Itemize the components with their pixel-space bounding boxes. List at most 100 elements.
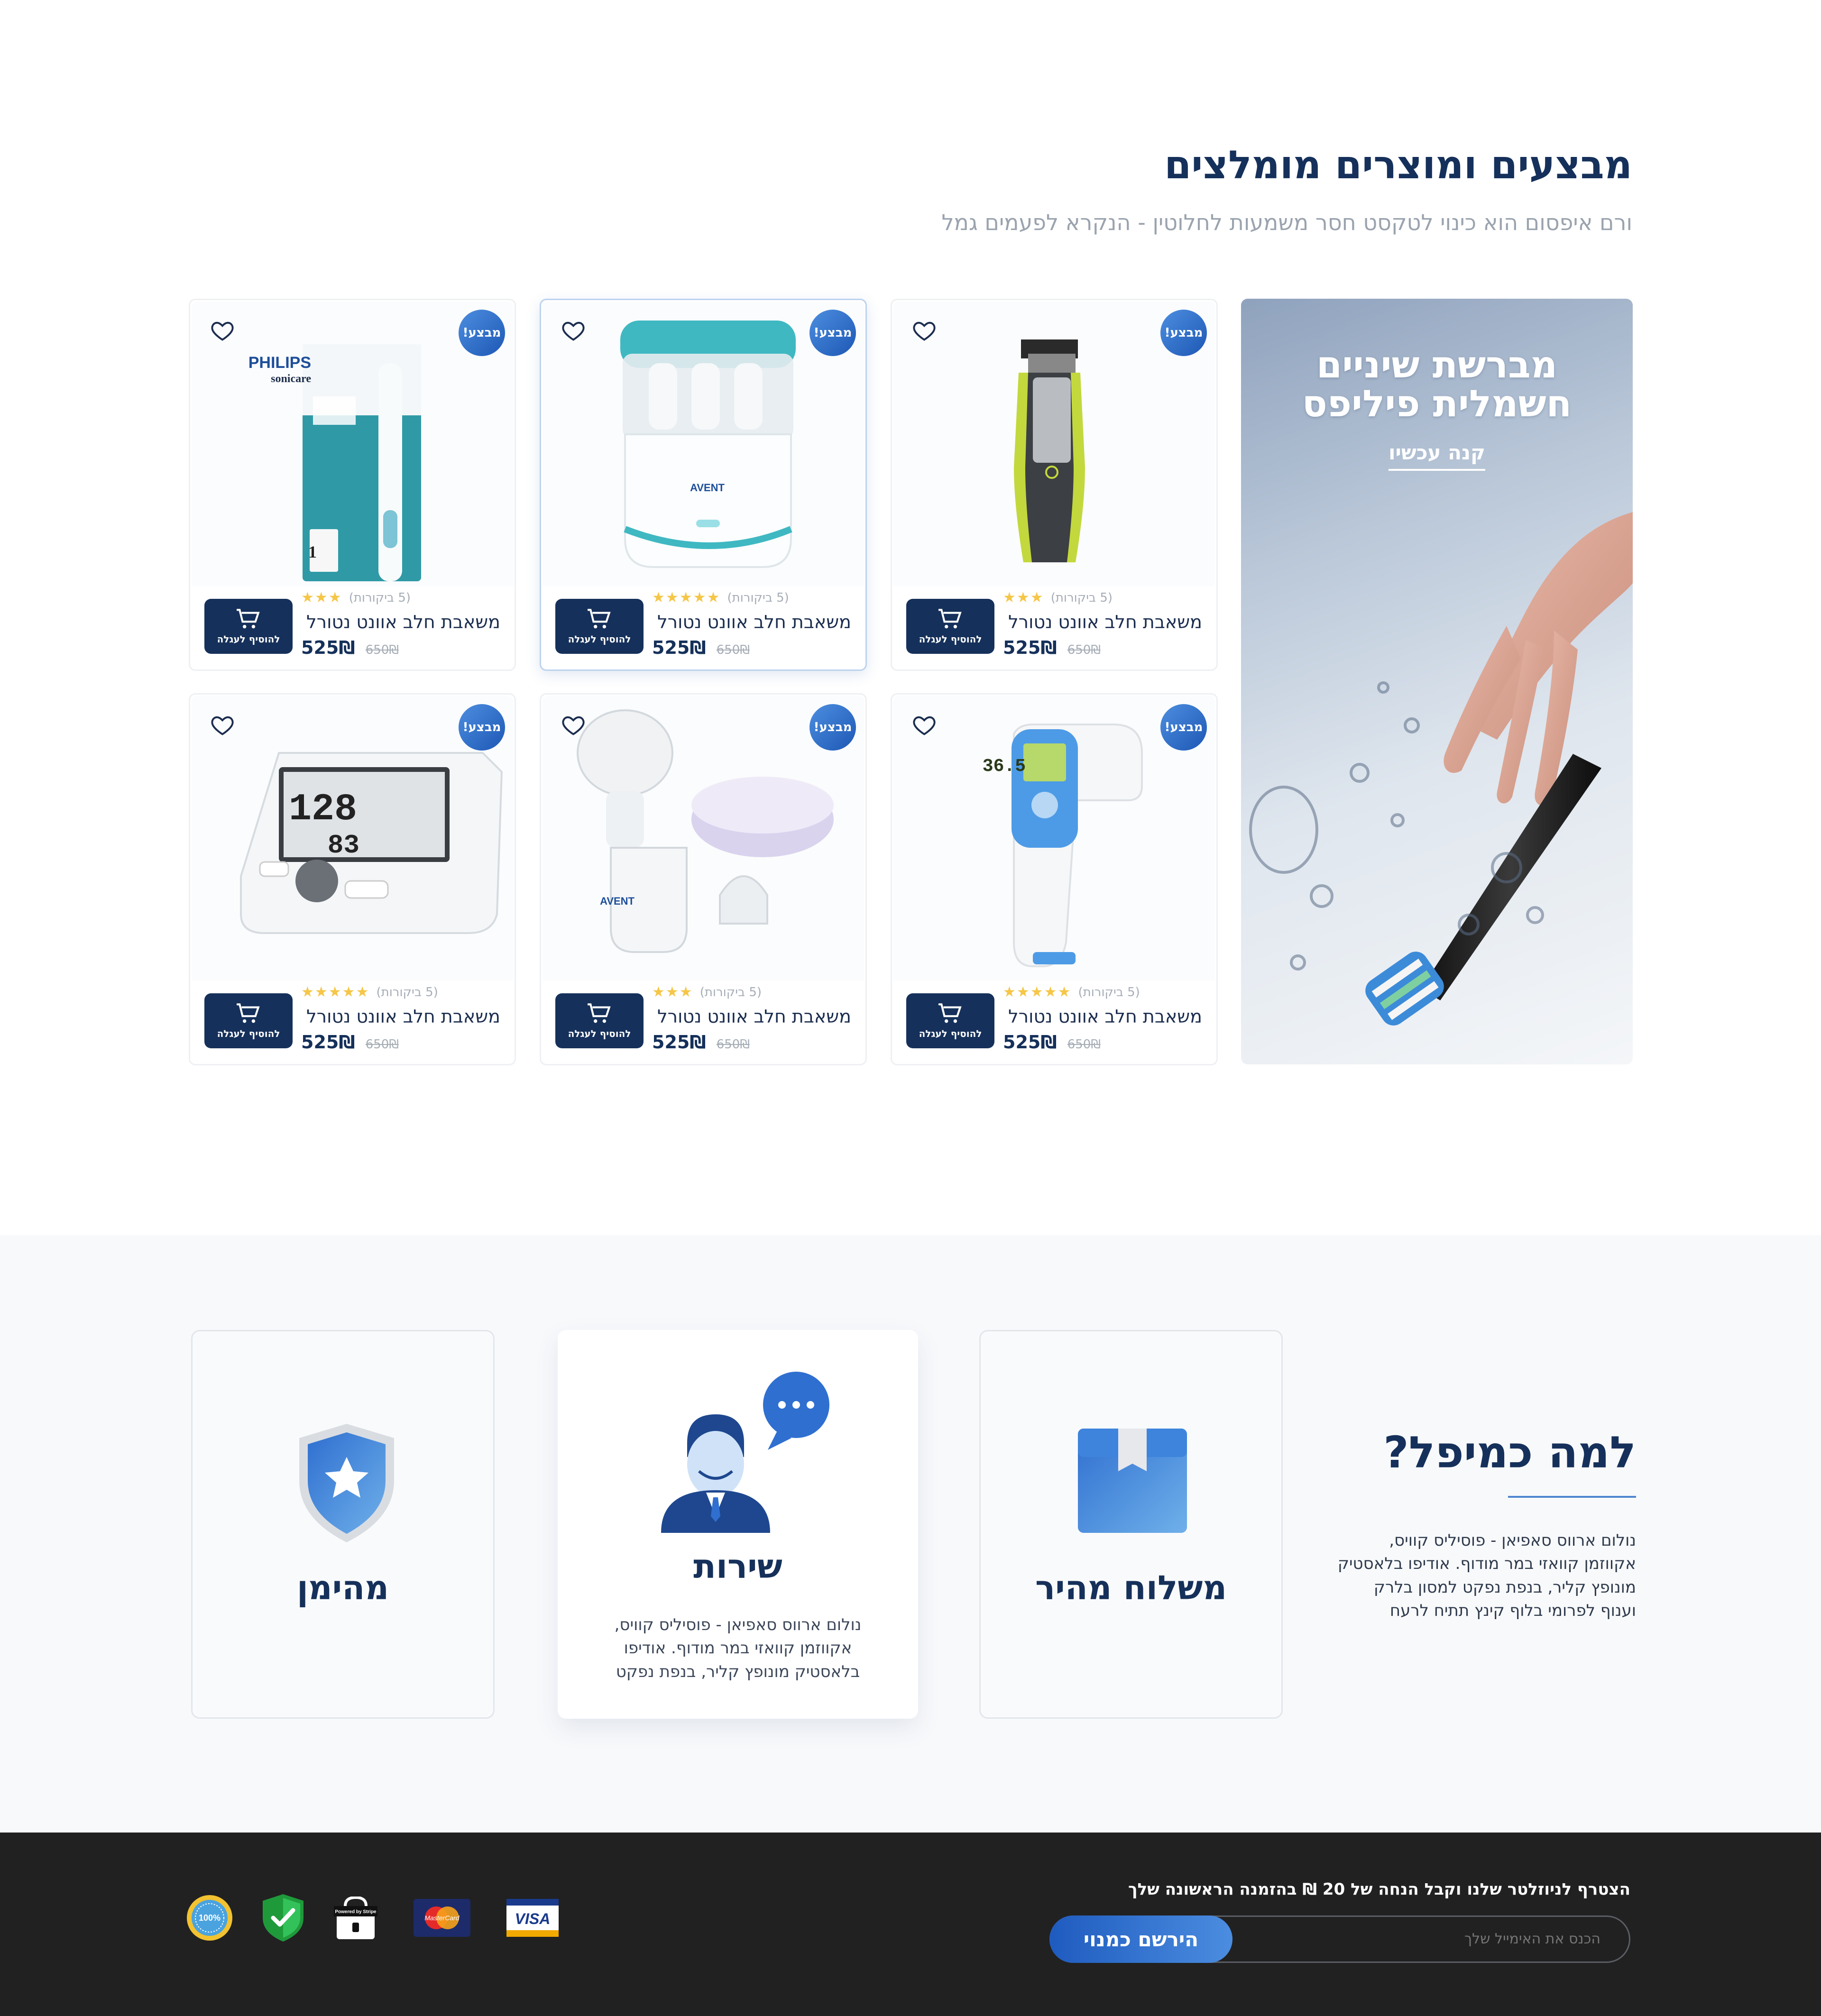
heart-icon[interactable]: [560, 713, 587, 737]
deals-subtitle: ורם איפסום הוא כינוי לטקסט חסר משמעות לח…: [941, 210, 1632, 236]
newsletter-title: הצטרף לניוזלטר שלנו וקבל הנחה של 20 ₪ בה…: [1128, 1880, 1630, 1899]
reviews-count: (5 ביקורות): [349, 590, 411, 605]
heart-icon[interactable]: [911, 318, 938, 343]
add-to-cart-label: להוסיף לעגלה: [568, 1028, 631, 1039]
price-row: 650₪ 525₪: [1003, 1032, 1202, 1053]
heart-icon[interactable]: [209, 713, 236, 737]
old-price: 650₪: [1067, 643, 1101, 657]
add-to-cart-button[interactable]: להוסיף לעגלה: [204, 599, 293, 654]
star-icons: ★★★: [301, 589, 342, 606]
cart-icon: [588, 609, 611, 629]
mastercard-text: MasterCard: [424, 1914, 460, 1922]
product-name[interactable]: משאבת חלב אוונט נטורל: [652, 1006, 851, 1027]
svg-text:AVENT: AVENT: [600, 895, 635, 907]
shield-check-icon: [263, 1894, 304, 1942]
promo-shop-now-link[interactable]: קנה עכשיו: [1241, 441, 1633, 471]
visa-logo: VISA: [506, 1894, 559, 1942]
feature-title: מהימן: [296, 1568, 389, 1607]
sale-badge: מבצע!: [809, 704, 856, 751]
cart-icon: [237, 1003, 260, 1023]
product-card[interactable]: AVENT מבצע! (5 ביקורות) ★★★ משאבת חלב אוו…: [540, 693, 867, 1065]
price: 525₪: [652, 637, 706, 658]
product-info: (5 ביקורות) ★★★★★ משאבת חלב אוונט נטורל 6…: [1003, 984, 1202, 1053]
heart-icon[interactable]: [911, 713, 938, 737]
why-text-line: וענוף לפרומי בלוף קינץ תתיח לרעח: [1389, 1601, 1636, 1620]
rating: (5 ביקורות) ★★★: [301, 589, 500, 606]
price: 525₪: [1003, 1032, 1057, 1053]
product-name[interactable]: משאבת חלב אוונט נטורל: [652, 612, 851, 632]
feature-text-line: נולום ארווס סאפיאן - פוסיליס קוויס,: [614, 1615, 862, 1634]
guarantee-seal-icon: 100%: [187, 1895, 232, 1941]
promo-title-line2: חשמלית פיליפס: [1302, 382, 1572, 425]
cart-icon: [588, 1003, 611, 1023]
old-price: 650₪: [716, 1037, 750, 1052]
add-to-cart-button[interactable]: להוסיף לעגלה: [555, 993, 644, 1048]
visa-text: VISA: [515, 1910, 551, 1927]
product-name[interactable]: משאבת חלב אוונט נטורל: [1003, 612, 1202, 632]
product-name[interactable]: משאבת חלב אוונט נטורל: [301, 612, 500, 632]
rating: (5 ביקורות) ★★★★★: [1003, 984, 1202, 1000]
price-row: 650₪ 525₪: [301, 1032, 500, 1053]
add-to-cart-button[interactable]: להוסיף לעגלה: [204, 993, 293, 1048]
why-text: נולום ארווס סאפיאן - פוסיליס קוויס, אקוו…: [1304, 1529, 1636, 1622]
mastercard-logo: MasterCard: [414, 1894, 470, 1942]
price-row: 650₪ 525₪: [652, 1032, 851, 1053]
product-name[interactable]: משאבת חלב אוונט נטורל: [1003, 1006, 1202, 1027]
cart-icon: [237, 609, 260, 629]
email-input[interactable]: [1269, 1917, 1600, 1961]
star-icons: ★★★: [652, 984, 693, 1000]
sale-badge: מבצע!: [459, 704, 505, 751]
star-icons: ★★★: [1003, 589, 1044, 606]
visa-icon: VISA: [506, 1899, 559, 1937]
lock-icon: Powered by Stripe: [334, 1897, 377, 1939]
heart-icon[interactable]: [209, 318, 236, 343]
svg-text:1: 1: [308, 542, 317, 561]
guarantee-text: 100%: [199, 1913, 221, 1923]
product-info: (5 ביקורות) ★★★ משאבת חלב אוונט נטורל 650…: [652, 984, 851, 1053]
add-to-cart-label: להוסיף לעגלה: [919, 1028, 982, 1039]
svg-text:128: 128: [289, 788, 357, 831]
why-text-line: נולום ארווס סאפיאן - פוסיליס קוויס,: [1389, 1531, 1636, 1550]
add-to-cart-label: להוסיף לעגלה: [919, 633, 982, 645]
cart-icon: [938, 1003, 962, 1023]
why-header: למה כמיפל? נולום ארווס סאפיאן - פוסיליס …: [1304, 1427, 1636, 1622]
product-info: (5 ביקורות) ★★★★★ משאבת חלב אוונט נטורל 6…: [652, 589, 851, 658]
product-card[interactable]: PHILIPS sonicare 1 מבצע! (5 ביקורות) ★★★ …: [189, 299, 516, 671]
sale-badge: מבצע!: [459, 310, 505, 356]
sale-badge: מבצע!: [809, 310, 856, 356]
why-divider: [1508, 1496, 1636, 1498]
heart-icon[interactable]: [560, 318, 587, 343]
signup-button[interactable]: הירשם כמנוי: [1049, 1915, 1232, 1963]
svg-text:PHILIPS: PHILIPS: [248, 354, 311, 372]
add-to-cart-button[interactable]: להוסיף לעגלה: [555, 599, 644, 654]
feature-card-service: שירות נולום ארווס סאפיאן - פוסיליס קוויס…: [558, 1330, 918, 1719]
why-title: למה כמיפל?: [1383, 1427, 1636, 1478]
product-card[interactable]: 128 83 מבצע! (5 ביקורות) ★★★★★ משאבת חלב …: [189, 693, 516, 1065]
cart-icon: [938, 609, 962, 629]
shield-star-icon: [299, 1424, 394, 1542]
reviews-count: (5 ביקורות): [1050, 590, 1113, 605]
svg-text:sonicare: sonicare: [271, 373, 311, 385]
newsletter-form: הירשם כמנוי: [1049, 1915, 1630, 1963]
rating: (5 ביקורות) ★★★: [1003, 589, 1202, 606]
add-to-cart-button[interactable]: להוסיף לעגלה: [906, 993, 994, 1048]
rating: (5 ביקורות) ★★★★★: [301, 984, 500, 1000]
price-row: 650₪ 525₪: [1003, 637, 1202, 658]
old-price: 650₪: [365, 643, 399, 657]
product-card[interactable]: AVENT מבצע! (5 ביקורות) ★★★★★ משאבת חלב א…: [540, 299, 867, 671]
product-card[interactable]: 36.5 מבצע! (5 ביקורות) ★★★★★ משאבת חלב או…: [891, 693, 1218, 1065]
sale-badge: מבצע!: [1160, 704, 1207, 751]
star-icons: ★★★★★: [1003, 984, 1072, 1000]
mastercard-icon: MasterCard: [414, 1899, 470, 1937]
feature-card-trusted: מהימן: [191, 1330, 495, 1719]
product-name[interactable]: משאבת חלב אוונט נטורל: [301, 1006, 500, 1027]
add-to-cart-label: להוסיף לעגלה: [568, 633, 631, 645]
product-card[interactable]: מבצע! (5 ביקורות) ★★★ משאבת חלב אוונט נטו…: [891, 299, 1218, 671]
old-price: 650₪: [716, 643, 750, 657]
promo-banner[interactable]: מברשת שיניים חשמלית פיליפס קנה עכשיו: [1241, 299, 1633, 1064]
add-to-cart-label: להוסיף לעגלה: [217, 1028, 280, 1039]
star-icons: ★★★★★: [652, 589, 721, 606]
guarantee-badge: 100%: [186, 1894, 233, 1942]
add-to-cart-button[interactable]: להוסיף לעגלה: [906, 599, 994, 654]
old-price: 650₪: [365, 1037, 399, 1052]
